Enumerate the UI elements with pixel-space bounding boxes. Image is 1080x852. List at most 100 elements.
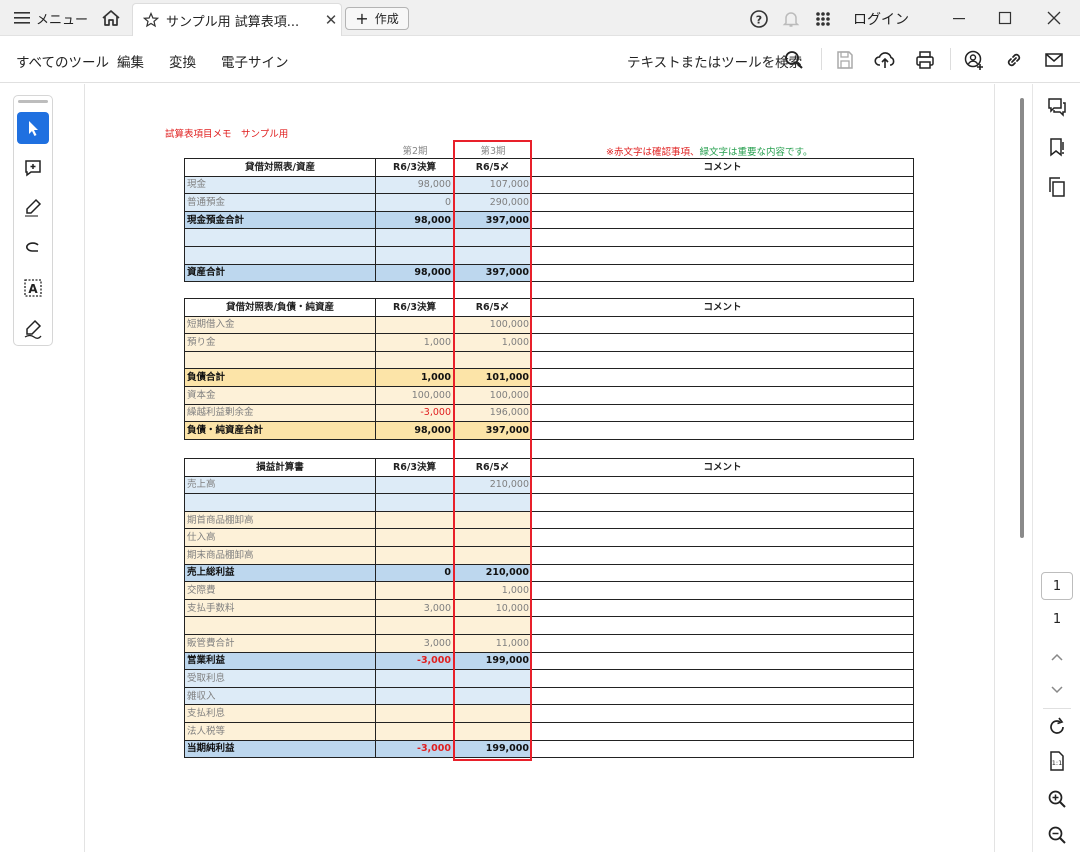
minimize-button[interactable] bbox=[945, 6, 973, 30]
cloud-upload-icon[interactable] bbox=[874, 49, 896, 71]
all-tools-menu[interactable]: すべてのツール bbox=[16, 51, 109, 71]
column-header: 貸借対照表/資産 bbox=[184, 158, 376, 177]
balance-sheet-liabilities-table: 貸借対照表/負債・純資産 R6/3決算 R6/5〆 コメント 短期借入金 100,000 預… bbox=[184, 298, 914, 440]
save-icon[interactable] bbox=[834, 49, 856, 71]
tool-search-label[interactable]: テキストまたはツールを検索 bbox=[627, 51, 802, 71]
row-label bbox=[184, 616, 376, 635]
comment-cell bbox=[531, 581, 914, 600]
row-label: 仕入高 bbox=[184, 528, 376, 547]
login-link[interactable]: ログイン bbox=[853, 9, 909, 29]
row-label bbox=[184, 493, 376, 512]
title-bar: メニュー サンプル用 試算表項... ✕ + 作成 ? ログイン bbox=[0, 0, 1080, 36]
row-label: 売上高 bbox=[184, 475, 376, 495]
page-number-input[interactable]: 1 bbox=[1041, 572, 1073, 600]
bookmark-icon[interactable] bbox=[1046, 136, 1068, 158]
table-row: 売上高 210,000 bbox=[184, 475, 914, 495]
balance-sheet-assets-table: 貸借対照表/資産 R6/3決算 R6/5〆 コメント 現金 98,000 107,000 普通… bbox=[184, 158, 914, 283]
fit-page-icon[interactable]: 1:1 bbox=[1046, 750, 1068, 772]
zoom-out-icon[interactable] bbox=[1046, 824, 1068, 846]
row-label: 売上総利益 bbox=[184, 563, 376, 583]
row-label: 資産合計 bbox=[184, 263, 376, 283]
table-header-row: 損益計算書 R6/3決算 R6/5〆 コメント bbox=[184, 458, 914, 477]
comments-panel-icon[interactable] bbox=[1046, 96, 1068, 118]
value-cell: 11,000 bbox=[453, 633, 532, 653]
esign-menu[interactable]: 電子サイン bbox=[221, 51, 289, 71]
edit-menu[interactable]: 編集 bbox=[117, 51, 144, 71]
pages-icon[interactable] bbox=[1046, 176, 1068, 198]
row-label: 雑収入 bbox=[184, 686, 376, 706]
rotate-icon[interactable] bbox=[1046, 716, 1068, 738]
table-row: 仕入高 bbox=[184, 528, 914, 547]
column-header: コメント bbox=[531, 458, 914, 477]
tab-close-icon[interactable]: ✕ bbox=[321, 11, 341, 29]
value-cell bbox=[375, 245, 454, 265]
table-header-row: 貸借対照表/負債・純資産 R6/3決算 R6/5〆 コメント bbox=[184, 298, 914, 317]
menu-label: メニュー bbox=[36, 12, 89, 28]
search-icon[interactable] bbox=[783, 49, 805, 71]
svg-text:A: A bbox=[28, 282, 38, 296]
comment-cell bbox=[531, 510, 914, 530]
value-cell: 199,000 bbox=[453, 651, 532, 671]
table-row: 交際費 1,000 bbox=[184, 581, 914, 600]
value-cell bbox=[453, 669, 532, 688]
value-cell: 210,000 bbox=[453, 563, 532, 583]
value-cell: -3,000 bbox=[375, 403, 454, 423]
value-cell bbox=[375, 545, 454, 565]
highlight-tool[interactable] bbox=[17, 192, 49, 224]
table-row: 販管費合計 3,000 11,000 bbox=[184, 633, 914, 653]
help-icon[interactable]: ? bbox=[749, 9, 769, 29]
row-label: 法人税等 bbox=[184, 721, 376, 741]
value-cell: -3,000 bbox=[375, 651, 454, 671]
sign-tool[interactable] bbox=[17, 312, 49, 344]
panel-grip[interactable] bbox=[18, 100, 48, 103]
value-cell bbox=[375, 721, 454, 741]
hamburger-icon bbox=[14, 12, 30, 24]
convert-menu[interactable]: 変換 bbox=[169, 51, 196, 71]
document-tab[interactable]: サンプル用 試算表項... ✕ bbox=[132, 3, 342, 36]
apps-grid-icon[interactable] bbox=[813, 9, 833, 29]
vertical-scrollbar[interactable] bbox=[1020, 98, 1024, 538]
value-cell bbox=[375, 581, 454, 600]
value-cell bbox=[375, 528, 454, 547]
text-select-tool[interactable]: A bbox=[17, 272, 49, 304]
table-row bbox=[184, 228, 914, 247]
print-icon[interactable] bbox=[914, 49, 936, 71]
value-cell: 3,000 bbox=[375, 598, 454, 618]
value-cell: 98,000 bbox=[375, 210, 454, 230]
star-icon[interactable] bbox=[143, 12, 159, 28]
value-cell bbox=[453, 545, 532, 565]
comment-cell bbox=[531, 228, 914, 247]
zoom-in-icon[interactable] bbox=[1046, 788, 1068, 810]
maximize-button[interactable] bbox=[991, 6, 1019, 30]
comment-cell bbox=[531, 739, 914, 759]
row-label: 普通預金 bbox=[184, 193, 376, 212]
column-header: R6/5〆 bbox=[453, 158, 532, 177]
comment-tool[interactable] bbox=[17, 152, 49, 184]
menu-button[interactable]: メニュー bbox=[14, 9, 89, 28]
row-label: 負債・純資産合計 bbox=[184, 421, 376, 440]
toolbar-separator bbox=[950, 48, 951, 70]
link-icon[interactable] bbox=[1003, 49, 1025, 71]
table-row: 資本金 100,000 100,000 bbox=[184, 385, 914, 405]
pdf-viewer-window: メニュー サンプル用 試算表項... ✕ + 作成 ? ログイン すべてのツール… bbox=[0, 0, 1080, 852]
row-label: 販管費合計 bbox=[184, 633, 376, 653]
mail-icon[interactable] bbox=[1043, 49, 1065, 71]
value-cell: 101,000 bbox=[453, 368, 532, 387]
value-cell bbox=[375, 669, 454, 688]
share-user-icon[interactable] bbox=[963, 49, 985, 71]
home-icon[interactable] bbox=[100, 8, 122, 28]
close-window-button[interactable] bbox=[1040, 6, 1068, 30]
bell-icon[interactable] bbox=[781, 9, 801, 29]
legend-note: ※赤文字は確認事項、緑文字は重要な内容です。 bbox=[606, 144, 813, 158]
chevron-up-icon[interactable] bbox=[1046, 646, 1068, 668]
chevron-down-icon[interactable] bbox=[1046, 678, 1068, 700]
row-label bbox=[184, 228, 376, 247]
select-tool[interactable] bbox=[17, 112, 49, 144]
period-2-label: 第2期 bbox=[402, 146, 428, 157]
sheet-title: 試算表項目メモ サンプル用 bbox=[165, 129, 289, 140]
comment-cell bbox=[531, 263, 914, 283]
create-button[interactable]: + 作成 bbox=[345, 7, 409, 30]
draw-tool[interactable] bbox=[17, 232, 49, 264]
row-label: 営業利益 bbox=[184, 651, 376, 671]
panel-separator bbox=[1043, 708, 1071, 709]
